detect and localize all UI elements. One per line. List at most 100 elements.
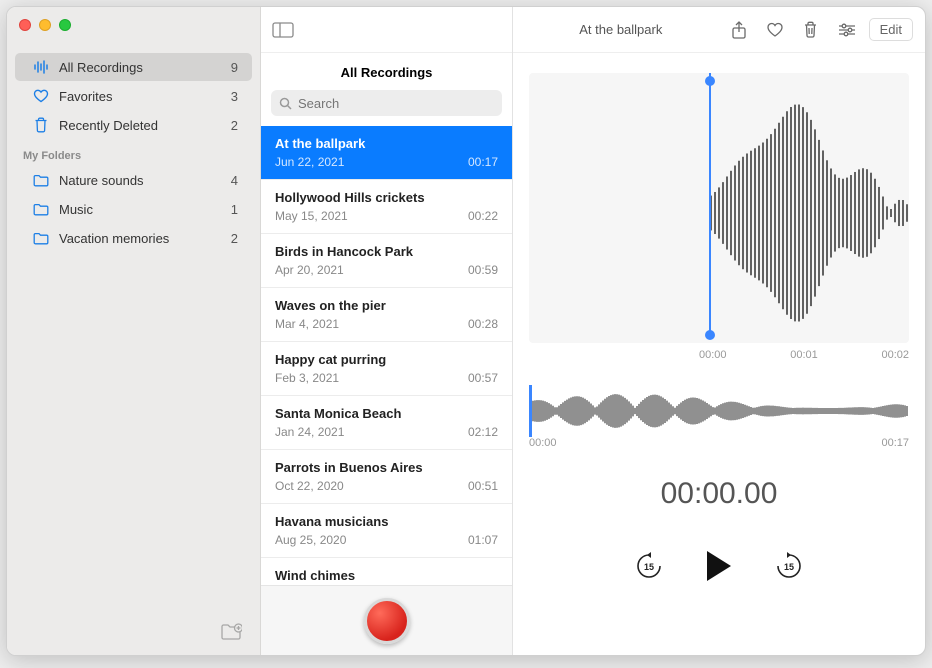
transport-controls: 15 15 [513, 549, 925, 588]
zoom-window-button[interactable] [59, 19, 71, 31]
share-icon [731, 21, 747, 39]
recording-item[interactable]: Santa Monica BeachJan 24, 202102:12 [261, 396, 512, 450]
sliders-icon [838, 23, 856, 37]
recording-item[interactable]: Hollywood Hills crickets May 15, 2021 00:2… [261, 180, 512, 234]
sidebar-item-count: 3 [231, 89, 238, 104]
sidebar-item-count: 1 [231, 202, 238, 217]
trash-icon [31, 117, 51, 133]
recording-item[interactable]: Wind chimes [261, 558, 512, 585]
options-button[interactable] [833, 16, 861, 44]
share-button[interactable] [725, 16, 753, 44]
zoom-time-axis: 00:00 00:01 00:02 [513, 343, 925, 361]
heart-icon [766, 22, 784, 38]
sidebar-item-label: Music [59, 202, 231, 217]
sidebar: All Recordings9Favorites3Recently Delete… [7, 7, 261, 655]
recordings-list: At the ballparkJun 22, 202100:17Hollywoo… [261, 126, 512, 585]
recording-title: Wind chimes [275, 568, 498, 583]
sidebar-folder-vacation-memories[interactable]: Vacation memories2 [15, 224, 252, 252]
recording-duration: 00:57 [468, 371, 498, 385]
recording-item[interactable]: Waves on the pier Mar 4, 2021 00:28 [261, 288, 512, 342]
overview-end-time: 00:17 [881, 437, 909, 449]
sidebar-item-count: 2 [231, 118, 238, 133]
sidebar-item-label: Favorites [59, 89, 231, 104]
close-window-button[interactable] [19, 19, 31, 31]
recording-item[interactable]: Parrots in Buenos Aires Oct 22, 2020 00:51 [261, 450, 512, 504]
skip-back-button[interactable]: 15 [634, 551, 664, 586]
recording-duration: 00:59 [468, 263, 498, 277]
recording-item[interactable]: Birds in Hancock ParkApr 20, 202100:59 [261, 234, 512, 288]
record-button[interactable] [364, 598, 410, 644]
sidebar-item-all-recordings[interactable]: All Recordings9 [15, 53, 252, 81]
zoom-tick-0: 00:00 [699, 349, 727, 361]
sidebar-item-count: 9 [231, 60, 238, 75]
recording-duration: 00:28 [468, 317, 498, 331]
sidebar-item-label: All Recordings [59, 60, 231, 75]
waveform-overview[interactable] [529, 389, 909, 433]
recording-date: Jun 22, 2021 [275, 155, 344, 169]
sidebar-item-recently-deleted[interactable]: Recently Deleted2 [15, 111, 252, 139]
recordings-column: All Recordings At the ballparkJun 22, 20… [261, 7, 513, 655]
recording-duration: 00:22 [468, 209, 498, 223]
sidebar-folder-music[interactable]: Music1 [15, 195, 252, 223]
folder-icon [31, 203, 51, 216]
detail-toolbar: At the ballpark [513, 7, 925, 53]
recording-date: Mar 4, 2021 [275, 317, 339, 331]
recording-duration: 01:07 [468, 533, 498, 547]
recording-date: Jan 24, 2021 [275, 425, 344, 439]
svg-text:15: 15 [644, 562, 654, 572]
search-input[interactable] [298, 96, 494, 111]
waveform-icon [31, 60, 51, 74]
zoom-tick-2: 00:02 [881, 349, 909, 361]
search-field[interactable] [271, 90, 502, 116]
recording-item[interactable]: Havana musiciansAug 25, 202001:07 [261, 504, 512, 558]
sidebar-item-label: Nature sounds [59, 173, 231, 188]
recording-duration: 00:17 [468, 155, 498, 169]
folder-icon [31, 174, 51, 187]
sidebar-item-favorites[interactable]: Favorites3 [15, 82, 252, 110]
recording-date: Apr 20, 2021 [275, 263, 344, 277]
recordings-list-title: All Recordings [261, 53, 512, 90]
overview-playhead[interactable] [529, 385, 532, 437]
playhead[interactable] [709, 73, 711, 331]
recording-title: Waves on the pier [275, 298, 498, 313]
waveform-zoom-view[interactable] [529, 73, 909, 343]
trash-icon [803, 21, 818, 38]
toggle-sidebar-button[interactable] [261, 22, 305, 38]
favorite-button[interactable] [761, 16, 789, 44]
sidebar-folder-nature-sounds[interactable]: Nature sounds4 [15, 166, 252, 194]
zoom-tick-1: 00:01 [790, 349, 818, 361]
recording-item[interactable]: Happy cat purring Feb 3, 2021 00:57 [261, 342, 512, 396]
recording-title: Havana musicians [275, 514, 498, 529]
app-window: All Recordings9Favorites3Recently Delete… [6, 6, 926, 656]
delete-button[interactable] [797, 16, 825, 44]
play-icon [704, 549, 734, 583]
play-button[interactable] [704, 549, 734, 588]
record-bar [261, 585, 512, 655]
sidebar-item-count: 4 [231, 173, 238, 188]
minimize-window-button[interactable] [39, 19, 51, 31]
sidebar-item-label: Vacation memories [59, 231, 231, 246]
sidebar-item-label: Recently Deleted [59, 118, 231, 133]
edit-button[interactable]: Edit [869, 18, 913, 41]
window-controls [19, 19, 71, 31]
detail-title: At the ballpark [525, 22, 717, 37]
recording-title: Happy cat purring [275, 352, 498, 367]
current-time-display: 00:00.00 [513, 477, 925, 511]
recording-item[interactable]: At the ballparkJun 22, 202100:17 [261, 126, 512, 180]
skip-forward-button[interactable]: 15 [774, 551, 804, 586]
recording-duration: 00:51 [468, 479, 498, 493]
new-folder-button[interactable] [7, 623, 260, 655]
playhead-handle-top[interactable] [705, 76, 715, 86]
recording-date: May 15, 2021 [275, 209, 348, 223]
search-icon [279, 97, 292, 110]
recording-duration: 02:12 [468, 425, 498, 439]
heart-icon [31, 89, 51, 103]
recording-title: Parrots in Buenos Aires [275, 460, 498, 475]
recording-date: Feb 3, 2021 [275, 371, 339, 385]
playhead-handle-bottom[interactable] [705, 330, 715, 340]
overview-start-time: 00:00 [529, 437, 557, 449]
recording-title: Hollywood Hills crickets [275, 190, 498, 205]
sidebar-item-count: 2 [231, 231, 238, 246]
recording-date: Oct 22, 2020 [275, 479, 344, 493]
svg-text:15: 15 [784, 562, 794, 572]
